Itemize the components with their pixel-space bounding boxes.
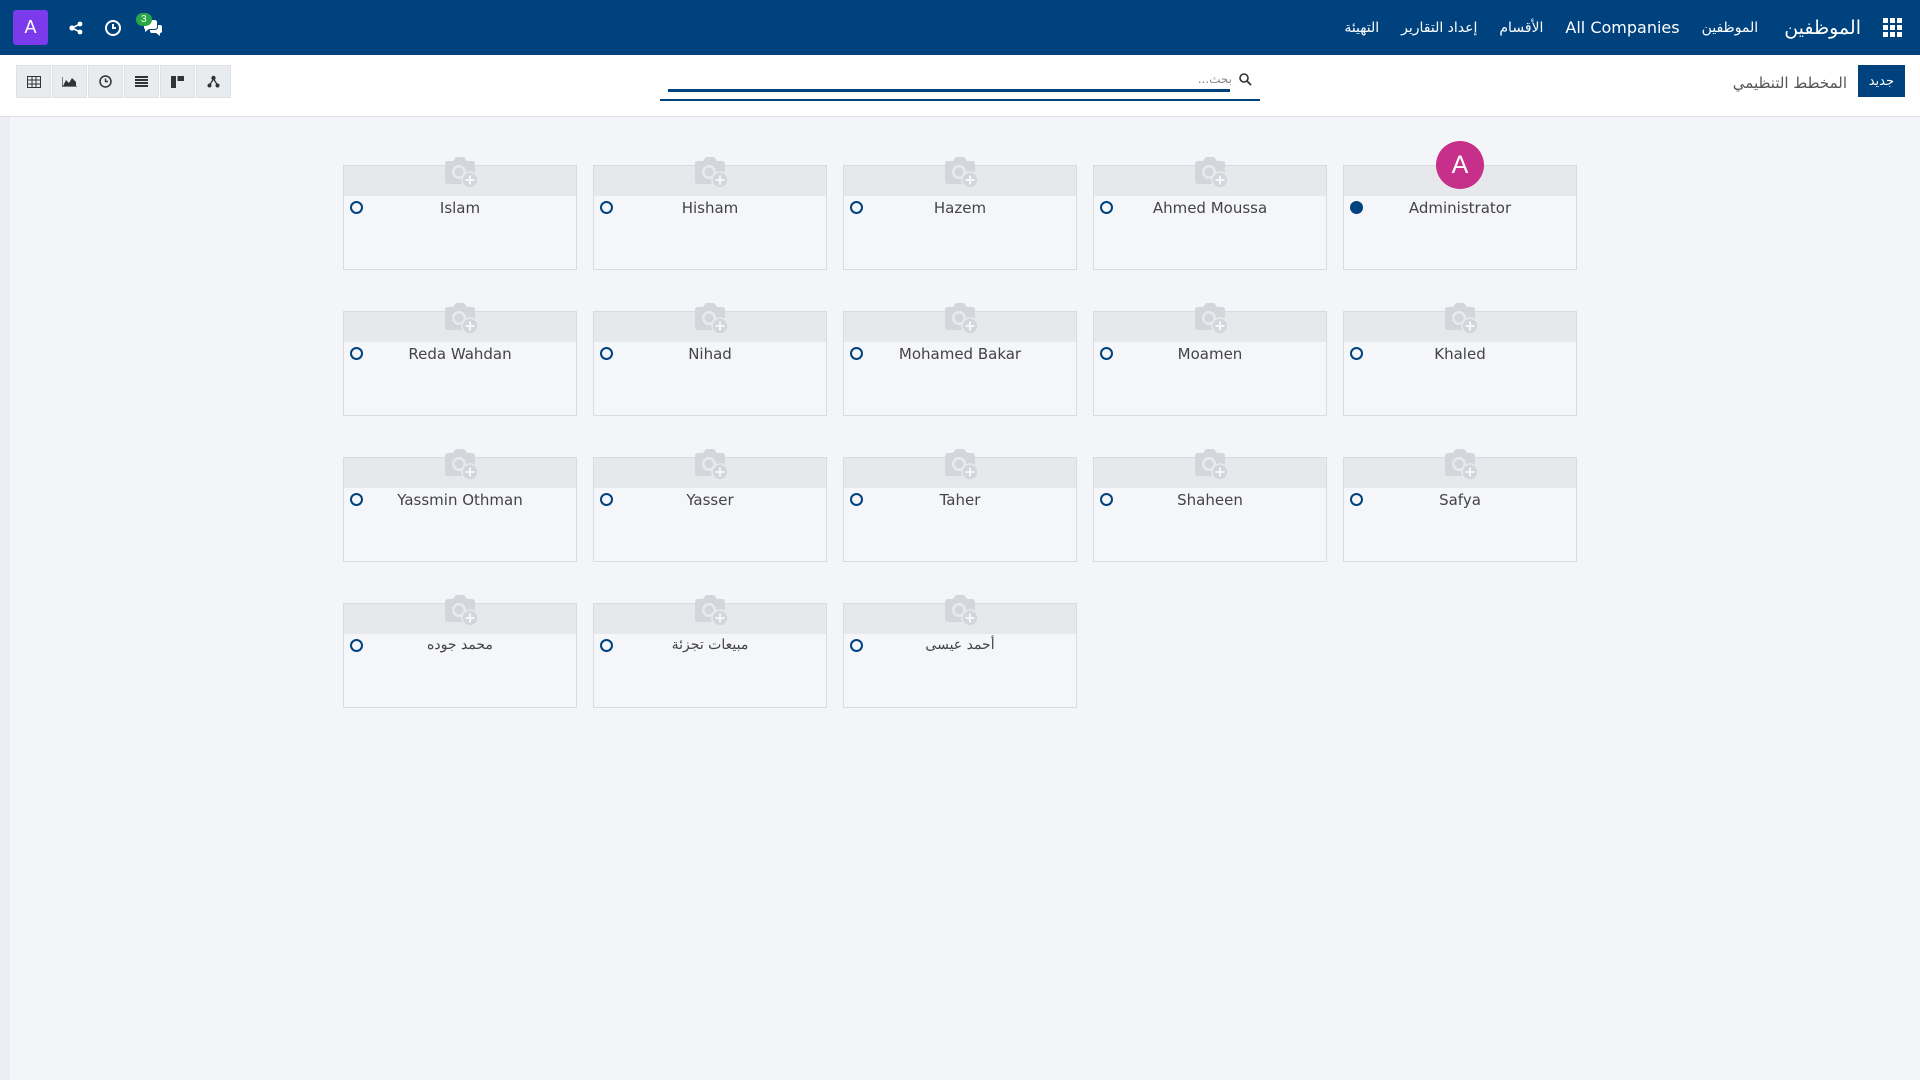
camera-placeholder-icon [1437,295,1483,341]
pivot-view-icon[interactable] [16,65,51,98]
employee-card[interactable]: Yassmin Othman [343,449,577,562]
list-view-icon[interactable] [124,65,159,98]
employee-name: Taher [939,491,981,509]
employee-card[interactable]: Hazem [843,157,1077,270]
user-menu-avatar[interactable]: A [13,10,48,45]
camera-placeholder-icon [937,149,983,195]
employee-card[interactable]: Mohamed Bakar [843,303,1077,416]
camera-placeholder-icon [437,149,483,195]
camera-placeholder-icon [1187,441,1233,487]
employee-name: Khaled [1434,345,1486,363]
camera-placeholder-icon [437,441,483,487]
menu-all-companies[interactable]: All Companies [1565,18,1679,37]
camera-placeholder-icon [687,441,733,487]
search-box [660,65,1260,101]
employee-card[interactable]: Yasser [593,449,827,562]
employee-name: Safya [1439,491,1481,509]
top-navbar: الموظفين الموظفين All Companies الأقسام … [0,0,1920,55]
employee-card[interactable]: محمد جوده [343,595,577,708]
menu-configuration[interactable]: التهيئة [1344,20,1379,36]
systray: A 3 [13,0,164,55]
employee-card[interactable]: Islam [343,157,577,270]
search-underline [668,89,1230,92]
employee-card[interactable]: Khaled [1343,303,1577,416]
apps-menu-icon[interactable] [1865,0,1920,55]
employee-card[interactable]: Ahmed Moussa [1093,157,1327,270]
view-switcher [16,65,231,98]
employee-card[interactable]: Shaheen [1093,449,1327,562]
employee-card[interactable]: A Administrator [1343,141,1577,270]
employee-card[interactable]: مبيعات تجزئة [593,595,827,708]
employee-name: Ahmed Moussa [1152,199,1268,217]
employee-card[interactable]: Reda Wahdan [343,303,577,416]
employee-name: Yassmin Othman [397,491,523,509]
employee-name: أحمد عيسى [925,637,995,653]
employee-card[interactable]: Taher [843,449,1077,562]
employee-card[interactable]: Moamen [1093,303,1327,416]
kanban-view-icon[interactable] [160,65,195,98]
breadcrumb: المخطط التنظيمي [1732,74,1847,92]
employee-name: Islam [439,199,481,217]
control-panel: جديد المخطط التنظيمي [0,55,1920,117]
menu-departments[interactable]: الأقسام [1499,20,1543,36]
camera-placeholder-icon [1437,441,1483,487]
employee-name: مبيعات تجزئة [671,637,749,653]
hierarchy-view-icon[interactable] [196,65,231,98]
employee-name: Moamen [1177,345,1243,363]
employee-card[interactable]: Hisham [593,157,827,270]
menu-employees[interactable]: الموظفين [1702,20,1759,36]
new-button[interactable]: جديد [1857,65,1905,97]
camera-placeholder-icon [687,149,733,195]
employee-name: Shaheen [1177,491,1243,509]
employee-name: Mohamed Bakar [898,345,1022,363]
camera-placeholder-icon [1187,149,1233,195]
employee-card[interactable]: أحمد عيسى [843,595,1077,708]
chat-count-badge: 3 [136,12,152,26]
activity-clock-icon[interactable] [104,19,122,37]
camera-placeholder-icon [437,295,483,341]
main-menu: الموظفين الموظفين All Companies الأقسام … [1322,0,1920,55]
camera-placeholder-icon [437,587,483,633]
employee-name: محمد جوده [427,637,493,653]
employee-name: Reda Wahdan [408,345,512,363]
camera-placeholder-icon [687,295,733,341]
camera-placeholder-icon [687,587,733,633]
camera-placeholder-icon [937,441,983,487]
menu-reporting[interactable]: إعداد التقارير [1401,20,1477,36]
employee-name: Yasser [686,491,734,509]
employee-name: Nihad [688,345,732,363]
company-switch-icon[interactable] [68,20,84,36]
app-title[interactable]: الموظفين [1784,17,1861,39]
messaging-icon[interactable]: 3 [136,12,164,37]
employee-kanban: A Administrator Ahmed Moussa Hazem Hisham Isl… [0,117,1920,1080]
employee-avatar: A [1436,141,1484,189]
employee-name: Hazem [933,199,987,217]
camera-placeholder-icon [937,295,983,341]
employee-card[interactable]: Nihad [593,303,827,416]
graph-view-icon[interactable] [52,65,87,98]
employee-card[interactable]: Safya [1343,449,1577,562]
camera-placeholder-icon [1187,295,1233,341]
employee-name: Hisham [681,199,739,217]
search-input[interactable] [668,68,1234,90]
camera-placeholder-icon [937,587,983,633]
activity-view-icon[interactable] [88,65,123,98]
search-icon[interactable] [1239,71,1252,90]
employee-name: Administrator [1408,199,1512,217]
